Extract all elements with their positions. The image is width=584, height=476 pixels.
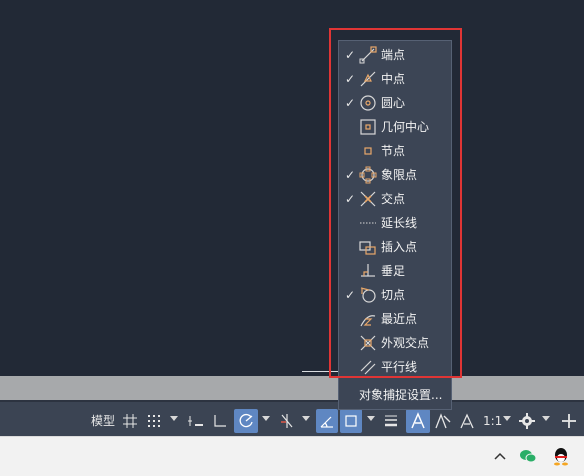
lineweight-button[interactable] <box>380 409 402 433</box>
annotation-scale-icon <box>411 412 425 429</box>
object-snap-icon <box>345 415 357 427</box>
isometric-drafting-button[interactable] <box>276 409 298 433</box>
ortho-mode-button[interactable] <box>210 409 230 433</box>
polar-tracking-icon <box>239 413 253 428</box>
grid-button[interactable] <box>120 409 140 433</box>
snap-dropdown-arrow[interactable] <box>170 416 178 421</box>
gear-icon <box>519 413 535 429</box>
ortho-icon <box>214 415 226 427</box>
drawing-canvas[interactable] <box>0 0 584 376</box>
customize-button[interactable] <box>558 409 580 433</box>
model-space-button[interactable]: 模型 <box>89 409 117 433</box>
annotation-scale-value[interactable]: 1:1 <box>483 409 502 433</box>
object-snap-dropdown-arrow[interactable] <box>367 416 375 421</box>
chevron-up-icon <box>494 452 506 460</box>
isometric-icon <box>281 414 293 428</box>
dynamic-input-icon <box>188 416 203 426</box>
object-snap-button[interactable] <box>340 409 362 433</box>
status-bar-border <box>0 400 584 402</box>
auto-scale-icon <box>435 413 451 429</box>
annotation-visibility-button[interactable] <box>406 409 430 433</box>
object-snap-tracking-button[interactable] <box>316 409 338 433</box>
plus-icon <box>562 414 576 428</box>
snap-mode-button[interactable] <box>144 409 164 433</box>
isometric-dropdown-arrow[interactable] <box>302 416 310 421</box>
annotation-scale-button[interactable] <box>456 409 478 433</box>
osnap-settings-label: 对象捕捉设置... <box>359 388 443 402</box>
dynamic-input-button[interactable] <box>186 409 206 433</box>
show-hidden-icons-button[interactable] <box>490 446 510 466</box>
snap-grid-icon <box>148 415 160 427</box>
grid-icon <box>123 414 137 428</box>
layout-tab-strip <box>0 376 340 400</box>
qq-tray-button[interactable] <box>551 446 571 466</box>
auto-scale-button[interactable] <box>432 409 454 433</box>
workspace-settings-button[interactable] <box>516 409 538 433</box>
workspace-dropdown-arrow[interactable] <box>542 416 550 421</box>
wechat-icon <box>520 450 537 463</box>
annotation-a-icon <box>460 413 474 429</box>
layout-tab-strip-right <box>448 376 584 400</box>
qq-penguin-icon <box>554 448 568 466</box>
scale-dropdown-arrow[interactable] <box>503 416 511 421</box>
polar-dropdown-arrow[interactable] <box>262 416 270 421</box>
lineweight-icon <box>385 415 397 427</box>
wechat-tray-button[interactable] <box>518 446 538 466</box>
polar-tracking-button[interactable] <box>234 409 258 433</box>
snap-tracking-icon <box>320 416 333 428</box>
osnap-settings-menu-item[interactable]: 对象捕捉设置... <box>339 383 451 407</box>
highlight-box <box>329 28 462 378</box>
